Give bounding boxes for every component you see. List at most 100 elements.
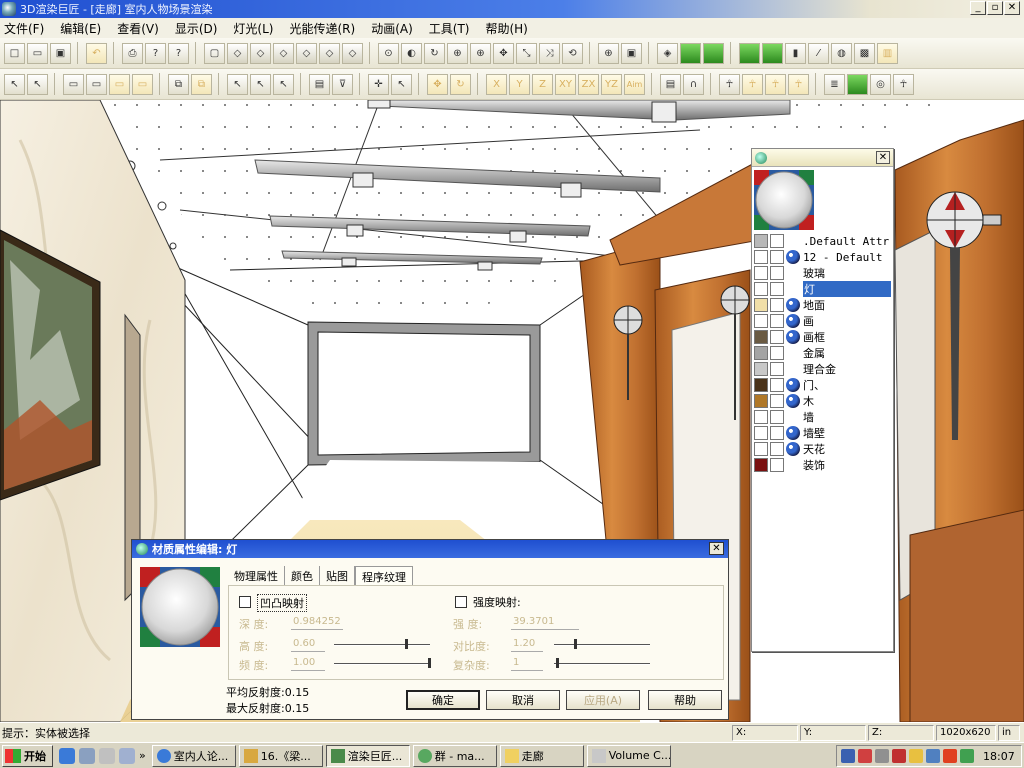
intensity-complexity-input[interactable]: 1 xyxy=(511,657,543,671)
taskbar-item[interactable]: Volume C... xyxy=(586,744,671,767)
properties-icon[interactable]: ▤ xyxy=(309,73,330,95)
material-list-item[interactable]: .Default Attr xyxy=(754,233,891,249)
cancel-button[interactable]: 取消 xyxy=(486,690,560,710)
select-figure-icon[interactable]: ↖ xyxy=(27,73,48,95)
bump-height-slider-thumb[interactable] xyxy=(405,639,408,649)
taskbar-item-active[interactable]: 渲染巨匠... xyxy=(325,744,410,767)
texture-icon[interactable]: ▩ xyxy=(854,42,875,64)
view-back-cube-icon[interactable]: ◇ xyxy=(250,42,271,64)
axis-z-button[interactable]: Z xyxy=(532,73,553,95)
bump-frequency-slider[interactable] xyxy=(334,663,430,665)
camera-position-icon[interactable]: ⊙ xyxy=(378,42,399,64)
material-checkbox[interactable] xyxy=(770,282,784,296)
move-add-icon[interactable]: ✛ xyxy=(368,73,389,95)
intensity-depth-input[interactable]: 39.3701 xyxy=(511,616,579,630)
network-icon[interactable] xyxy=(841,749,855,763)
restore-button[interactable]: ▫ xyxy=(987,1,1003,15)
render-wire-icon[interactable]: ◈ xyxy=(657,42,678,64)
open-folder-icon[interactable]: ▭ xyxy=(27,42,48,64)
material-list-item[interactable]: 墙壁 xyxy=(754,425,891,441)
camera-walk-icon[interactable]: ◐ xyxy=(401,42,422,64)
bump-height-slider[interactable] xyxy=(334,644,430,646)
material-checkbox[interactable] xyxy=(770,346,784,360)
object-info-icon[interactable]: ▤ xyxy=(660,73,681,95)
view-top-cube-icon[interactable]: ◇ xyxy=(319,42,340,64)
intensity-contrast-input[interactable]: 1.20 xyxy=(511,638,543,652)
render-view-icon[interactable]: ◎ xyxy=(870,73,891,95)
paste-icon[interactable]: ⧉ xyxy=(191,73,212,95)
figure-run-icon[interactable]: ☥ xyxy=(765,73,786,95)
antivirus-icon[interactable] xyxy=(858,749,872,763)
move-icon[interactable]: ✥ xyxy=(427,73,448,95)
material-list-item[interactable]: 木 xyxy=(754,393,891,409)
view-right-cube-icon[interactable]: ◇ xyxy=(296,42,317,64)
media-icon[interactable] xyxy=(119,747,135,764)
figure-jump-icon[interactable]: ☥ xyxy=(788,73,809,95)
material-list-item[interactable]: 画 xyxy=(754,313,891,329)
tab-physical[interactable]: 物理属性 xyxy=(228,566,285,586)
bump-height-input[interactable]: 0.60 xyxy=(291,638,325,652)
material-list-item[interactable]: 装饰 xyxy=(754,457,891,473)
intensity-contrast-slider[interactable] xyxy=(554,644,650,646)
render-person-icon[interactable]: ☥ xyxy=(893,73,914,95)
rotate-view-icon[interactable]: ⟲ xyxy=(562,42,583,64)
zoom-region-icon[interactable]: ⊕ xyxy=(447,42,468,64)
bump-depth-input[interactable]: 0.984252 xyxy=(291,616,343,630)
menu-help[interactable]: 帮助(H) xyxy=(485,20,527,37)
view-bottom-cube-icon[interactable]: ◇ xyxy=(342,42,363,64)
light-edit-icon[interactable]: ⁄ xyxy=(808,42,829,64)
taskbar-item[interactable]: 群 - ma... xyxy=(412,744,497,767)
axis-yz-button[interactable]: YZ xyxy=(601,73,622,95)
material-checkbox[interactable] xyxy=(770,298,784,312)
material-checkbox[interactable] xyxy=(770,314,784,328)
dialog-close-button[interactable]: ✕ xyxy=(709,542,724,555)
material-list-item[interactable]: 门、 xyxy=(754,377,891,393)
pointer-icon[interactable]: ↖ xyxy=(227,73,248,95)
copy-icon[interactable]: ⧉ xyxy=(168,73,189,95)
magnet-icon[interactable]: ∩ xyxy=(683,73,704,95)
apply-button[interactable]: 应用(A) xyxy=(566,690,640,710)
layer-icon[interactable]: ▥ xyxy=(877,42,898,64)
select-object-icon[interactable]: ▢ xyxy=(204,42,225,64)
help-button[interactable]: 帮助 xyxy=(648,690,722,710)
tray-app-icon[interactable] xyxy=(909,749,923,763)
tilt-icon[interactable]: ⤡ xyxy=(516,42,537,64)
tray-app-icon[interactable] xyxy=(943,749,957,763)
material-list-item[interactable]: 天花 xyxy=(754,441,891,457)
axis-y-button[interactable]: Y xyxy=(509,73,530,95)
render-shaded-icon[interactable] xyxy=(703,42,724,64)
bump-map-checkbox[interactable] xyxy=(239,596,251,608)
axis-x-button[interactable]: X xyxy=(486,73,507,95)
material-list-item[interactable]: 画框 xyxy=(754,329,891,345)
render-solid-icon[interactable] xyxy=(680,42,701,64)
material-checkbox[interactable] xyxy=(770,394,784,408)
box-select-plus-icon[interactable]: ▭ xyxy=(86,73,107,95)
zoom-extents-icon[interactable]: ⊕ xyxy=(598,42,619,64)
ime-icon[interactable] xyxy=(892,749,906,763)
tray-app-icon[interactable] xyxy=(960,749,974,763)
figure-pose-icon[interactable]: ☥ xyxy=(742,73,763,95)
zoom-icon[interactable]: ⊕ xyxy=(470,42,491,64)
materials-panel-close-button[interactable]: ✕ xyxy=(876,151,890,164)
intensity-complexity-slider-thumb[interactable] xyxy=(556,658,559,668)
menu-view[interactable]: 查看(V) xyxy=(117,20,159,37)
arrow-select-icon[interactable]: ↖ xyxy=(4,73,25,95)
orbit-icon[interactable]: ↻ xyxy=(424,42,445,64)
material-checkbox[interactable] xyxy=(770,362,784,376)
box-select-icon[interactable]: ▭ xyxy=(63,73,84,95)
menu-lights[interactable]: 灯光(L) xyxy=(233,20,273,37)
start-button[interactable]: 开始 xyxy=(2,744,53,767)
globe-icon[interactable] xyxy=(847,73,868,95)
material-checkbox[interactable] xyxy=(770,442,784,456)
axis-aim-button[interactable]: Aim xyxy=(624,73,645,95)
material-list-item[interactable]: 地面 xyxy=(754,297,891,313)
menu-edit[interactable]: 编辑(E) xyxy=(60,20,101,37)
new-file-icon[interactable]: □ xyxy=(4,42,25,64)
intensity-contrast-slider-thumb[interactable] xyxy=(574,639,577,649)
help-icon[interactable]: ? xyxy=(145,42,166,64)
menu-display[interactable]: 显示(D) xyxy=(175,20,218,37)
axis-zx-button[interactable]: ZX xyxy=(578,73,599,95)
minimize-button[interactable]: _ xyxy=(970,1,986,15)
layers-icon[interactable]: ≣ xyxy=(824,73,845,95)
close-button[interactable]: ✕ xyxy=(1004,1,1020,15)
